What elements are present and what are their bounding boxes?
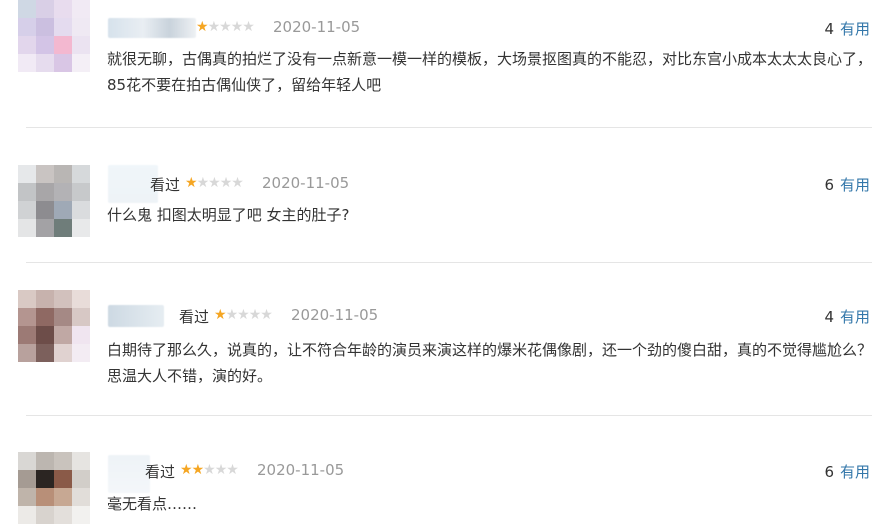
review-text: 什么鬼 扣图太明显了吧 女主的肚子? bbox=[107, 206, 350, 224]
useful-button[interactable]: 有用 bbox=[840, 176, 870, 194]
star-empty-icon: ★ bbox=[226, 462, 239, 478]
divider bbox=[26, 262, 872, 263]
star-filled-icon: ★ bbox=[214, 307, 227, 323]
useful-count: 4 bbox=[824, 20, 834, 38]
star-empty-icon: ★ bbox=[203, 462, 216, 478]
useful-button[interactable]: 有用 bbox=[840, 20, 870, 38]
watched-status: 看过 bbox=[150, 176, 181, 194]
username-blurred[interactable] bbox=[108, 305, 164, 327]
avatar[interactable] bbox=[18, 0, 90, 72]
watched-status: 看过 bbox=[145, 463, 176, 481]
avatar[interactable] bbox=[18, 452, 90, 524]
divider bbox=[26, 127, 872, 128]
useful-count: 4 bbox=[824, 308, 834, 326]
star-empty-icon: ★ bbox=[207, 19, 221, 35]
review-text: 就很无聊，古偶真的拍烂了没有一点新意一模一样的模板，大场景抠图真的不能忍，对比东… bbox=[107, 50, 873, 94]
review-text: 白期待了那么久，说真的，让不符合年龄的演员来演这样的爆米花偶像剧，还一个劲的傻白… bbox=[107, 341, 873, 385]
star-filled-icon: ★ bbox=[185, 175, 198, 191]
review-date: 2020-11-05 bbox=[291, 306, 379, 324]
star-empty-icon: ★ bbox=[260, 307, 273, 323]
star-empty-icon: ★ bbox=[225, 307, 239, 323]
useful-button[interactable]: 有用 bbox=[840, 308, 870, 326]
useful-vote[interactable]: 4 有用 bbox=[824, 306, 870, 327]
star-empty-icon: ★ bbox=[219, 175, 233, 191]
useful-vote[interactable]: 6 有用 bbox=[824, 174, 870, 195]
star-filled-icon: ★ bbox=[191, 462, 205, 478]
useful-count: 6 bbox=[824, 176, 834, 194]
useful-vote[interactable]: 4 有用 bbox=[824, 18, 870, 39]
username-blurred[interactable] bbox=[108, 18, 196, 38]
review-date: 2020-11-05 bbox=[273, 18, 361, 36]
star-empty-icon: ★ bbox=[248, 307, 262, 323]
rating-stars: ★★★★★ bbox=[180, 462, 239, 478]
rating-stars: ★★★★★ bbox=[214, 307, 273, 323]
avatar[interactable] bbox=[18, 165, 90, 237]
divider bbox=[26, 415, 872, 416]
star-empty-icon: ★ bbox=[219, 19, 232, 35]
rating-stars: ★★★★★ bbox=[185, 175, 244, 191]
useful-button[interactable]: 有用 bbox=[840, 463, 870, 481]
star-filled-icon: ★ bbox=[180, 462, 193, 478]
star-filled-icon: ★ bbox=[196, 19, 209, 35]
star-empty-icon: ★ bbox=[196, 175, 210, 191]
rating-stars: ★★★★★ bbox=[196, 19, 255, 35]
star-empty-icon: ★ bbox=[242, 19, 255, 35]
useful-vote[interactable]: 6 有用 bbox=[824, 461, 870, 482]
review-date: 2020-11-05 bbox=[257, 461, 345, 479]
star-empty-icon: ★ bbox=[231, 175, 244, 191]
username-blurred[interactable] bbox=[108, 455, 150, 493]
review-date: 2020-11-05 bbox=[262, 174, 350, 192]
useful-count: 6 bbox=[824, 463, 834, 481]
review-text: 毫无看点…… bbox=[107, 495, 198, 513]
star-empty-icon: ★ bbox=[214, 462, 228, 478]
star-empty-icon: ★ bbox=[237, 307, 250, 323]
star-empty-icon: ★ bbox=[230, 19, 244, 35]
avatar[interactable] bbox=[18, 290, 90, 362]
star-empty-icon: ★ bbox=[208, 175, 221, 191]
watched-status: 看过 bbox=[179, 308, 210, 326]
